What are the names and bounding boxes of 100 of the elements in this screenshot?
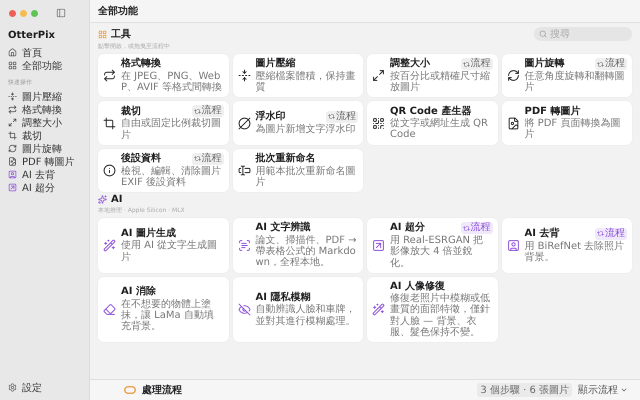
image-file-icon bbox=[8, 157, 17, 166]
card-title: AI 人像修復 bbox=[390, 280, 445, 292]
close-icon[interactable] bbox=[9, 10, 16, 16]
pipeline-tag: 流程 bbox=[192, 152, 224, 165]
sidebar-item[interactable]: 全部功能 bbox=[22, 58, 62, 72]
rotate-icon bbox=[506, 69, 520, 82]
card-description: 按百分比或精確尺寸縮放圖片 bbox=[390, 71, 491, 94]
sidebar-item[interactable]: PDF 轉圖片 bbox=[22, 154, 75, 168]
card-description: 檢視、編輯、清除圖片 EXIF 後設資料 bbox=[121, 166, 222, 188]
resize-icon bbox=[372, 69, 385, 82]
tool-card[interactable]: 浮水印 流程 為圖片新增文字浮水印 bbox=[232, 101, 363, 145]
tool-card[interactable]: 圖片旋轉 流程 任意角度旋轉和翻轉圖片 bbox=[502, 54, 632, 98]
card-description: 將 PDF 頁面轉換為圖片 bbox=[524, 118, 622, 140]
grid-icon bbox=[98, 30, 107, 38]
tool-card[interactable]: 後設資料 流程 檢視、編輯、清除圖片 EXIF 後設資料 bbox=[98, 148, 228, 192]
settings-link[interactable]: 設定 bbox=[22, 380, 42, 394]
settings-icon bbox=[8, 383, 17, 392]
card-description: 在不想要的物體上塗抹，讓 LaMa 自動填充背景。 bbox=[121, 298, 215, 332]
tool-card[interactable]: AI 隱私模糊 自動辨識人臉和車牌，並對其進行模糊處理。 bbox=[232, 276, 363, 342]
home-icon bbox=[8, 48, 17, 57]
info-icon bbox=[103, 164, 116, 177]
tool-card[interactable]: AI 文字辨識 論文、掃描件、PDF → 帶表格公式的 Markdown，全程本地。 bbox=[232, 218, 363, 273]
card-title: 格式轉換 bbox=[121, 58, 161, 70]
repeat-icon bbox=[462, 224, 470, 232]
tool-card[interactable]: 圖片壓縮 壓縮檔案體積，保持畫質 bbox=[232, 54, 363, 98]
qr-code-icon bbox=[372, 116, 385, 130]
eraser-icon bbox=[103, 302, 116, 316]
pipeline-title: 處理流程 bbox=[142, 383, 182, 397]
sidebar-item[interactable]: 調整大小 bbox=[22, 116, 62, 130]
card-description: 任意角度旋轉和翻轉圖片 bbox=[524, 71, 626, 94]
pipeline-tag: 流程 bbox=[595, 228, 627, 240]
repeat-icon bbox=[328, 113, 335, 120]
rotate-icon bbox=[8, 144, 17, 153]
card-description: 用範本批次重新命名圖片 bbox=[256, 166, 356, 188]
tool-card[interactable]: 調整大小 流程 按百分比或精確尺寸縮放圖片 bbox=[367, 54, 498, 98]
tool-card[interactable]: 裁切 流程 自由或固定比例裁切圖片 bbox=[98, 101, 228, 145]
compress-icon bbox=[8, 92, 17, 101]
card-title: PDF 轉圖片 bbox=[524, 106, 580, 118]
card-description: 自動辨識人臉和車牌，並對其進行模糊處理。 bbox=[256, 304, 356, 327]
sidebar-item[interactable]: 圖片旋轉 bbox=[22, 142, 62, 156]
pipeline-tag: 流程 bbox=[192, 105, 224, 118]
tool-card[interactable]: AI 消除 在不想要的物體上塗抹，讓 LaMa 自動填充背景。 bbox=[98, 276, 228, 342]
zoom-icon[interactable] bbox=[31, 10, 38, 16]
card-title: AI 文字辨識 bbox=[256, 222, 310, 234]
card-description: 論文、掃描件、PDF → 帶表格公式的 Markdown，全程本地。 bbox=[256, 234, 358, 268]
card-title: AI 超分 bbox=[390, 222, 425, 234]
card-description: 使用 AI 從文字生成圖片 bbox=[121, 240, 218, 263]
card-title: 圖片壓縮 bbox=[256, 58, 296, 70]
sidebar-item[interactable]: 格式轉換 bbox=[22, 102, 62, 116]
sidebar-item[interactable]: AI 超分 bbox=[22, 180, 55, 194]
pipeline-tag: 流程 bbox=[326, 110, 358, 123]
person-icon bbox=[8, 170, 17, 179]
magic-wand-icon bbox=[372, 302, 385, 316]
crop-icon bbox=[8, 131, 17, 140]
pipeline-tag: 流程 bbox=[595, 58, 627, 70]
tool-card[interactable]: AI 去背 流程 用 BiRefNet 去除照片背景。 bbox=[502, 218, 632, 273]
card-description: 自由或固定比例裁切圖片 bbox=[121, 118, 222, 141]
tool-card[interactable]: PDF 轉圖片 將 PDF 頁面轉換為圖片 bbox=[502, 101, 632, 145]
sidebar-item[interactable]: 圖片壓縮 bbox=[22, 90, 62, 104]
card-title: 批次重新命名 bbox=[256, 153, 316, 164]
tool-card[interactable]: AI 人像修復 修復老照片中模糊或低畫質的面部特徵，僅針對人臉 — 背景、衣服、髮色保持不變。 bbox=[367, 276, 498, 342]
tool-card[interactable]: QR Code 產生器 從文字或網址生成 QR Code bbox=[367, 101, 498, 145]
search-icon bbox=[539, 30, 547, 38]
pipeline-summary: 3 個步驟 · 6 張圖片 bbox=[477, 383, 572, 397]
sidebar-toggle-icon[interactable] bbox=[56, 8, 66, 18]
repeat-icon bbox=[8, 105, 17, 114]
pipeline-tag: 流程 bbox=[460, 222, 492, 234]
search-field[interactable]: 搜尋 bbox=[534, 27, 632, 41]
repeat-icon bbox=[194, 108, 200, 115]
tool-card[interactable]: 格式轉換 在 JPEG、PNG、WebP、AVIF 等格式間轉換 bbox=[98, 54, 228, 98]
compress-icon bbox=[238, 69, 250, 82]
sidebar-item[interactable]: AI 去背 bbox=[22, 168, 55, 182]
tool-card[interactable]: AI 圖片生成 使用 AI 從文字生成圖片 bbox=[98, 218, 228, 273]
card-description: 用 Real-ESRGAN 把影像放大 4 倍並銳化。 bbox=[390, 235, 484, 269]
scan-text-icon bbox=[238, 238, 250, 252]
sidebar-item[interactable]: 首頁 bbox=[22, 46, 42, 60]
card-title: AI 圖片生成 bbox=[121, 228, 176, 240]
image-file-icon bbox=[506, 116, 520, 130]
upscale-icon bbox=[8, 183, 17, 192]
sidebar-item[interactable]: 裁切 bbox=[22, 128, 42, 142]
card-title: 圖片旋轉 bbox=[524, 58, 564, 70]
show-pipeline-button[interactable]: 顯示流程 bbox=[578, 383, 628, 397]
tool-card[interactable]: 批次重新命名 用範本批次重新命名圖片 bbox=[232, 148, 363, 192]
tool-card[interactable]: AI 超分 流程 用 Real-ESRGAN 把影像放大 4 倍並銳化。 bbox=[367, 218, 498, 273]
pipeline-tag: 流程 bbox=[460, 58, 492, 70]
capsule-icon bbox=[124, 386, 136, 394]
card-description: 在 JPEG、PNG、WebP、AVIF 等格式間轉換 bbox=[121, 70, 223, 94]
card-description: 為圖片新增文字浮水印 bbox=[256, 124, 356, 136]
section-title: 工具 bbox=[111, 28, 131, 41]
repeat-icon bbox=[462, 60, 470, 68]
minimize-icon[interactable] bbox=[20, 10, 27, 16]
grid-icon bbox=[8, 61, 17, 70]
section-title: AI bbox=[111, 194, 122, 206]
resize-icon bbox=[8, 118, 17, 127]
upscale-icon bbox=[372, 238, 385, 252]
card-title: AI 隱私模糊 bbox=[256, 292, 310, 304]
card-title: 裁切 bbox=[121, 106, 141, 118]
app-name: OtterPix bbox=[8, 30, 56, 41]
sparkles-icon bbox=[98, 195, 107, 204]
repeat-icon bbox=[194, 155, 200, 162]
